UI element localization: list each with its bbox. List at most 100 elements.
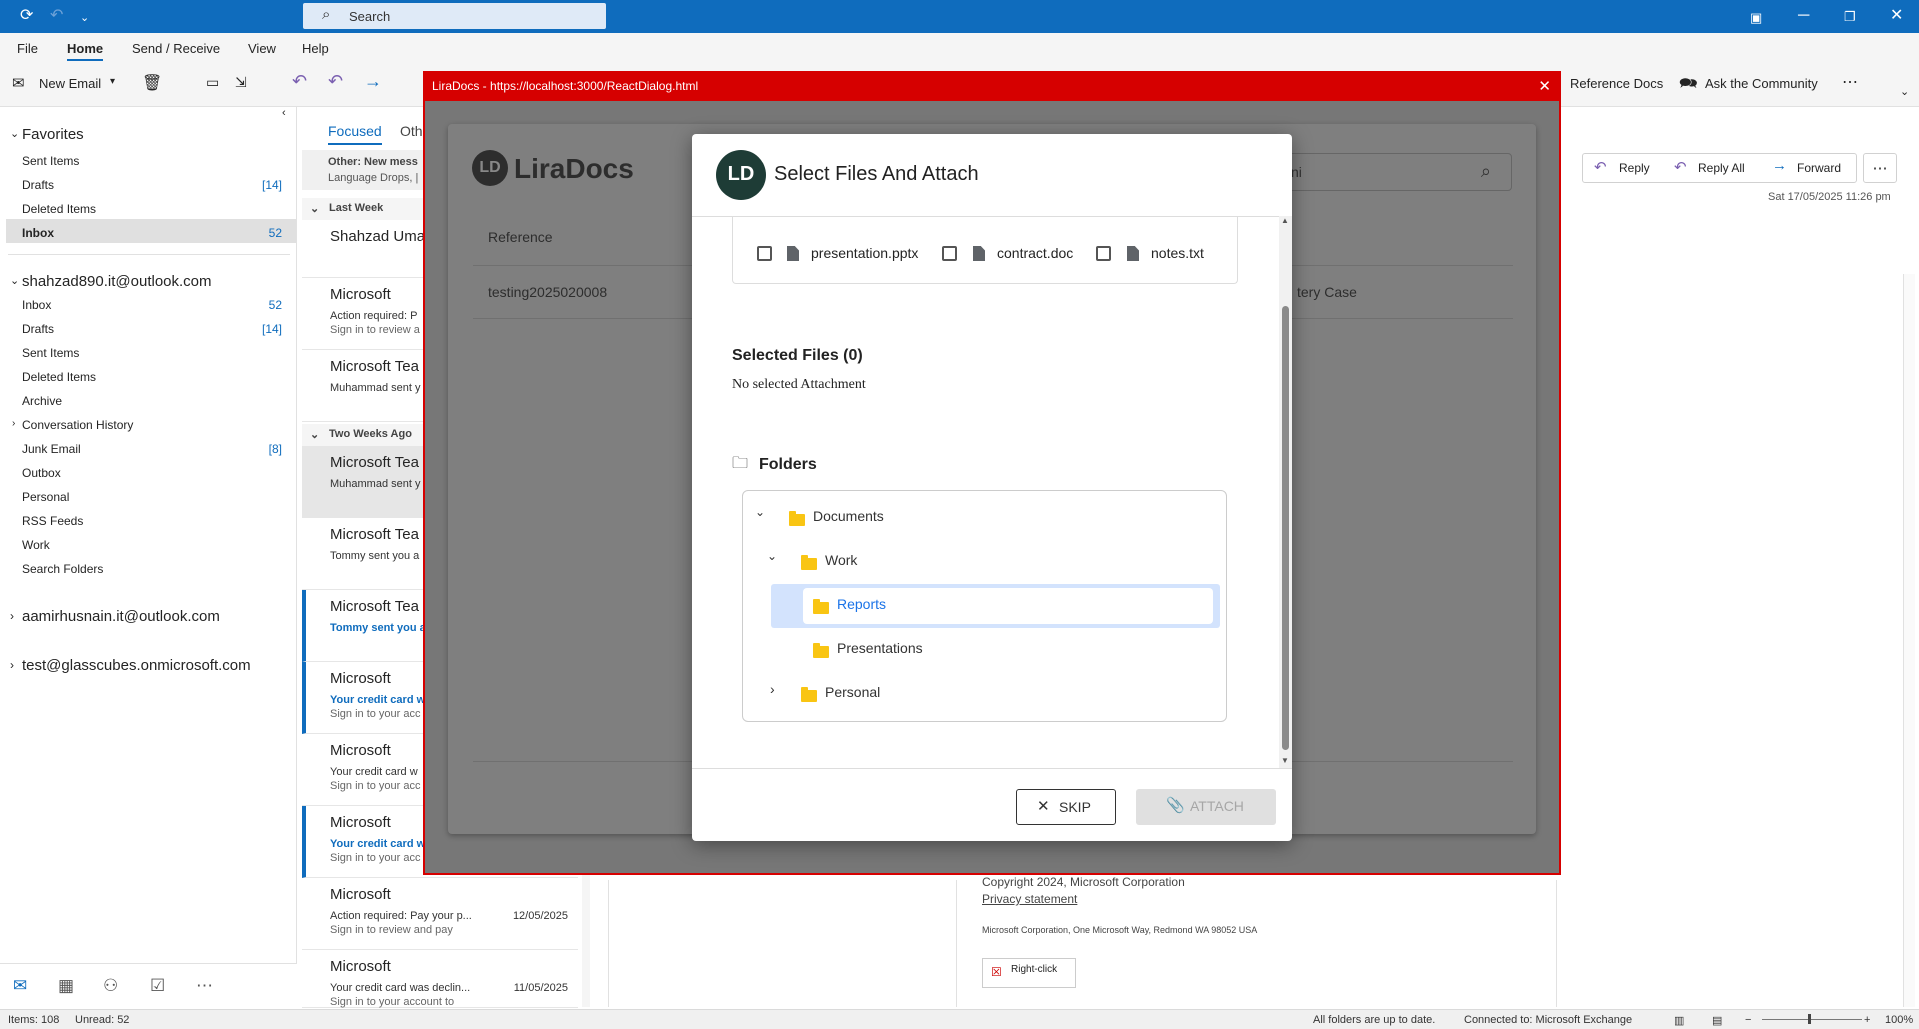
menu-help[interactable]: Help [302, 41, 329, 56]
close-icon[interactable]: ✕ [1538, 77, 1551, 95]
scroll-up-icon[interactable]: ▲ [1281, 216, 1289, 225]
customize-toolbar-icon[interactable]: ⌄ [80, 9, 89, 27]
zoom-out-icon[interactable]: − [1745, 1014, 1751, 1026]
file-checkbox[interactable] [942, 246, 957, 261]
account-test[interactable]: test@glasscubes.onmicrosoft.com [22, 657, 251, 674]
forward-button[interactable]: Forward [1797, 161, 1841, 175]
reference-cell[interactable]: testing2025020008 [488, 284, 607, 300]
mail-icon[interactable]: ✉ [13, 976, 27, 996]
ask-community-button[interactable]: Ask the Community [1705, 76, 1818, 91]
more-options-icon[interactable]: ⋯ [1842, 72, 1858, 92]
chevron-down-icon[interactable]: ▾ [110, 76, 115, 87]
chevron-down-icon[interactable]: ⌄ [755, 505, 765, 519]
folder-outbox[interactable]: Outbox [22, 466, 61, 480]
scrollbar-thumb[interactable] [1282, 306, 1289, 750]
tree-node-reports[interactable]: Reports [837, 596, 886, 612]
chevron-right-icon[interactable]: › [12, 418, 15, 429]
fav-drafts[interactable]: Drafts [22, 178, 54, 192]
folder-drafts[interactable]: Drafts [22, 322, 54, 336]
tree-node-documents[interactable]: Documents [813, 508, 884, 524]
reading-scrollbar[interactable] [1903, 274, 1915, 1007]
chevron-right-icon[interactable]: › [10, 658, 14, 672]
chevron-down-icon[interactable]: ⌄ [767, 549, 777, 563]
account-aamir[interactable]: aamirhusnain.it@outlook.com [22, 608, 220, 625]
reading-view-icon[interactable]: ▤ [1712, 1014, 1722, 1027]
more-apps-icon[interactable]: ⋯ [196, 976, 213, 996]
favorites-header[interactable]: Favorites [22, 126, 84, 143]
title-bar: ⟳ ↶ ⌄ ⌕ Search ▣ ─ ❐ ✕ [0, 0, 1919, 33]
folder-personal[interactable]: Personal [22, 490, 69, 504]
chevron-down-icon[interactable]: ⌄ [10, 127, 19, 140]
attach-button[interactable]: 📎 ATTACH [1136, 789, 1276, 825]
forward-icon: → [1772, 157, 1787, 174]
folder-search-folders[interactable]: Search Folders [22, 562, 103, 576]
forward-icon[interactable]: → [364, 71, 382, 92]
file-checkbox[interactable] [757, 246, 772, 261]
tree-node-work[interactable]: Work [825, 552, 857, 568]
reply-all-button[interactable]: Reply All [1698, 161, 1745, 175]
reply-button[interactable]: Reply [1619, 161, 1650, 175]
search-box[interactable]: ⌕ Search [303, 3, 606, 29]
tree-node-personal[interactable]: Personal [825, 684, 880, 700]
fav-deleted-items[interactable]: Deleted Items [22, 202, 96, 216]
list-item[interactable]: Microsoft Action required: Pay your p... S… [302, 878, 578, 950]
zoom-slider-thumb[interactable] [1808, 1014, 1811, 1024]
dialog-scrollbar[interactable]: ▲ ▼ [1279, 216, 1292, 768]
list-item[interactable]: Microsoft Your credit card was declin... S… [302, 950, 578, 1008]
folder-archive[interactable]: Archive [22, 394, 62, 408]
undo-icon[interactable]: ↶ [50, 7, 63, 25]
collapse-ribbon-icon[interactable]: ⌄ [1900, 85, 1909, 98]
close-window-icon[interactable]: ✕ [1890, 7, 1903, 25]
tab-other[interactable]: Oth [400, 123, 423, 139]
menu-view[interactable]: View [248, 41, 276, 56]
zoom-in-icon[interactable]: + [1864, 1014, 1870, 1026]
reply-all-icon[interactable]: ↶ [328, 71, 343, 92]
folder-sent-items[interactable]: Sent Items [22, 346, 79, 360]
restore-icon[interactable]: ❐ [1844, 8, 1856, 26]
calendar-icon[interactable]: ▦ [58, 976, 74, 996]
tree-node-presentations[interactable]: Presentations [837, 640, 923, 656]
skip-button[interactable]: ✕ SKIP [1016, 789, 1116, 825]
scroll-down-icon[interactable]: ▼ [1281, 756, 1289, 765]
blocked-image[interactable]: ☒ Right-click [982, 958, 1076, 988]
folder-inbox[interactable]: Inbox [22, 298, 51, 312]
privacy-link[interactable]: Privacy statement [982, 892, 1077, 906]
tab-focused[interactable]: Focused [328, 123, 382, 145]
other-banner-title: Other: New mess [328, 156, 418, 168]
archive-icon[interactable]: ▭ [206, 74, 219, 91]
menu-send-receive[interactable]: Send / Receive [132, 41, 220, 56]
zoom-slider[interactable] [1762, 1019, 1862, 1020]
menu-home[interactable]: Home [67, 41, 104, 61]
chevron-down-icon[interactable]: ⌄ [10, 274, 19, 287]
reference-docs-button[interactable]: Reference Docs [1570, 76, 1663, 91]
collapse-pane-icon[interactable]: ‹ [282, 107, 286, 119]
people-icon[interactable]: ⚇ [103, 976, 118, 996]
fav-inbox[interactable]: Inbox [22, 226, 54, 240]
folder-deleted-items[interactable]: Deleted Items [22, 370, 96, 384]
file-name: notes.txt [1151, 245, 1204, 261]
file-checkbox[interactable] [1096, 246, 1111, 261]
new-email-button[interactable]: New Email [39, 76, 101, 91]
folder-rss-feeds[interactable]: RSS Feeds [22, 514, 83, 528]
chevron-right-icon[interactable]: › [10, 609, 14, 623]
sync-icon[interactable]: ⟳ [20, 7, 33, 25]
fav-sent-items[interactable]: Sent Items [22, 154, 79, 168]
reply-icon[interactable]: ↶ [292, 71, 307, 92]
account-shahzad[interactable]: shahzad890.it@outlook.com [22, 273, 212, 290]
folder-icon [789, 511, 805, 527]
ribbon-display-icon[interactable]: ▣ [1750, 9, 1762, 27]
more-actions-icon[interactable]: ⋯ [1863, 153, 1897, 183]
folder-work[interactable]: Work [22, 538, 50, 552]
move-icon[interactable]: ⇲ [235, 74, 247, 91]
address-text: Microsoft Corporation, One Microsoft Way… [982, 925, 1258, 935]
folder-junk-email[interactable]: Junk Email [22, 442, 81, 456]
chevron-right-icon[interactable]: › [770, 681, 775, 697]
column-reference: Reference [488, 229, 553, 245]
menu-file[interactable]: File [17, 41, 38, 56]
tasks-icon[interactable]: ☑ [150, 976, 165, 996]
folder-conversation-history[interactable]: Conversation History [22, 418, 133, 432]
minimize-icon[interactable]: ─ [1798, 7, 1809, 25]
delete-icon[interactable]: 🗑 [142, 73, 162, 93]
normal-view-icon[interactable]: ▥ [1674, 1014, 1684, 1027]
liradocs-search[interactable]: ni ⌕ [1270, 153, 1512, 191]
